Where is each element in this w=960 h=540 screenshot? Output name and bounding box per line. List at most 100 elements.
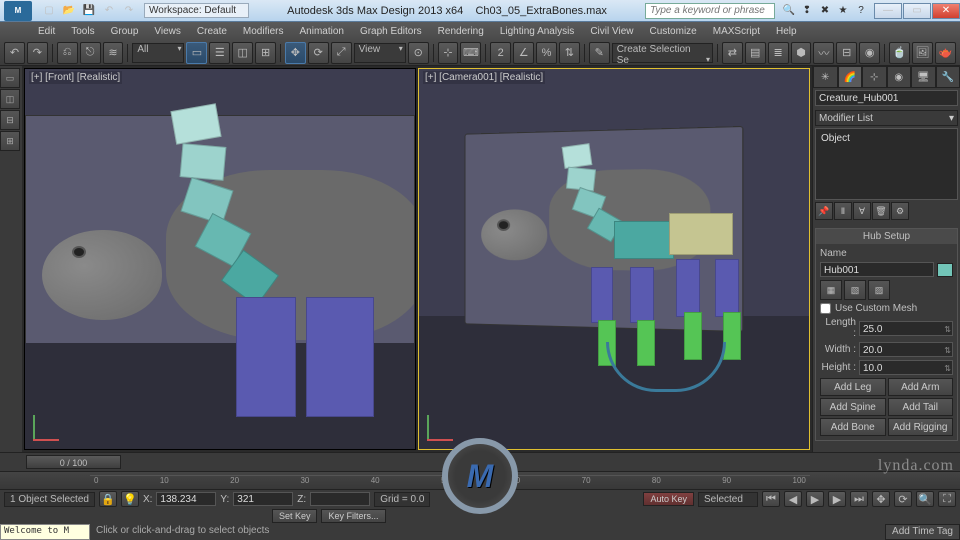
select-scale-icon[interactable]: ⤢ xyxy=(331,42,352,64)
menu-edit[interactable]: Edit xyxy=(30,24,63,39)
selection-filter[interactable]: All xyxy=(132,43,184,63)
tab-modify-icon[interactable]: 🌈 xyxy=(838,66,863,88)
keyfilters-button[interactable]: Key Filters... xyxy=(321,509,385,523)
coord-y[interactable]: 321 xyxy=(233,492,293,506)
nav-pan-icon[interactable]: ✥ xyxy=(872,491,890,507)
goto-end-icon[interactable]: ⏭ xyxy=(850,491,868,507)
viewport-camera-label[interactable]: [+] [Camera001] [Realistic] xyxy=(423,71,545,84)
menu-civilview[interactable]: Civil View xyxy=(582,24,641,39)
app-icon[interactable]: M xyxy=(4,1,32,21)
height-spinner[interactable]: 10.0 xyxy=(859,360,953,375)
make-unique-icon[interactable]: ∀ xyxy=(853,202,871,220)
layout-4-icon[interactable]: ⊞ xyxy=(0,131,20,151)
add-tail-button[interactable]: Add Tail xyxy=(888,398,954,416)
schematic-view-icon[interactable]: ⊟ xyxy=(836,42,857,64)
viewport-camera[interactable]: [+] [Camera001] [Realistic] xyxy=(418,68,810,450)
menu-lighting[interactable]: Lighting Analysis xyxy=(492,24,583,39)
menu-maxscript[interactable]: MAXScript xyxy=(705,24,768,39)
menu-create[interactable]: Create xyxy=(189,24,235,39)
qat-new-icon[interactable]: ▢ xyxy=(40,3,58,19)
isolate-icon[interactable]: 💡 xyxy=(121,491,139,507)
layout-3-icon[interactable]: ⊟ xyxy=(0,110,20,130)
help-icon[interactable]: ? xyxy=(853,4,869,18)
viewport-front[interactable]: [+] [Front] [Realistic] Possible Bone Pl… xyxy=(24,68,416,450)
signin-icon[interactable]: ❢ xyxy=(799,4,815,18)
hub-shape2-icon[interactable]: ▧ xyxy=(844,280,866,300)
tab-display-icon[interactable]: 🖥 xyxy=(911,66,936,88)
menu-group[interactable]: Group xyxy=(103,24,147,39)
named-selset-edit-icon[interactable]: ✎ xyxy=(589,42,610,64)
select-region-icon[interactable]: ◫ xyxy=(232,42,253,64)
setkey-button[interactable]: Set Key xyxy=(272,509,318,523)
select-name-icon[interactable]: ☰ xyxy=(209,42,230,64)
remove-mod-icon[interactable]: 🗑 xyxy=(872,202,890,220)
nav-orbit-icon[interactable]: ⟳ xyxy=(894,491,912,507)
add-time-tag-button[interactable]: Add Time Tag xyxy=(885,524,960,540)
qat-open-icon[interactable]: 📂 xyxy=(60,3,78,19)
window-crossing-icon[interactable]: ⊞ xyxy=(255,42,276,64)
select-rotate-icon[interactable]: ⟳ xyxy=(308,42,329,64)
add-spine-button[interactable]: Add Spine xyxy=(820,398,886,416)
search-input[interactable] xyxy=(645,3,775,19)
tab-utilities-icon[interactable]: 🔧 xyxy=(936,66,960,88)
play-icon[interactable]: ▶ xyxy=(806,491,824,507)
selection-lock-icon[interactable]: 🔒 xyxy=(99,491,117,507)
keyboard-shortcut-icon[interactable]: ⌨ xyxy=(460,42,481,64)
minimize-button[interactable]: — xyxy=(874,3,902,19)
tab-hierarchy-icon[interactable]: ⊹ xyxy=(862,66,887,88)
snap-percent-icon[interactable]: % xyxy=(536,42,557,64)
configure-sets-icon[interactable]: ⚙ xyxy=(891,202,909,220)
select-move-icon[interactable]: ✥ xyxy=(285,42,306,64)
menu-help[interactable]: Help xyxy=(768,24,805,39)
curve-editor-icon[interactable]: 〰 xyxy=(813,42,834,64)
mirror-icon[interactable]: ⇄ xyxy=(722,42,743,64)
modifier-stack[interactable]: Object xyxy=(815,128,958,200)
use-custom-mesh-checkbox[interactable] xyxy=(820,303,831,314)
length-spinner[interactable]: 25.0 xyxy=(859,321,953,336)
snap-2d-icon[interactable]: 2 xyxy=(490,42,511,64)
favorites-icon[interactable]: ★ xyxy=(835,4,851,18)
layout-1-icon[interactable]: ▭ xyxy=(0,68,20,88)
add-leg-button[interactable]: Add Leg xyxy=(820,378,886,396)
pivot-center-icon[interactable]: ⊙ xyxy=(408,42,429,64)
render-frame-icon[interactable]: 🖼 xyxy=(912,42,933,64)
coord-z[interactable] xyxy=(310,492,370,506)
menu-customize[interactable]: Customize xyxy=(641,24,704,39)
layout-2-icon[interactable]: ◫ xyxy=(0,89,20,109)
nav-zoom-icon[interactable]: 🔍 xyxy=(916,491,934,507)
render-icon[interactable]: 🫖 xyxy=(935,42,956,64)
rollout-header[interactable]: Hub Setup xyxy=(816,229,957,244)
qat-undo-icon[interactable]: ↶ xyxy=(100,3,118,19)
exchange-icon[interactable]: ✖ xyxy=(817,4,833,18)
spinner-snap-icon[interactable]: ⇅ xyxy=(559,42,580,64)
align-icon[interactable]: ▤ xyxy=(745,42,766,64)
material-editor-icon[interactable]: ◉ xyxy=(859,42,880,64)
undo-icon[interactable]: ↶ xyxy=(4,42,25,64)
tab-motion-icon[interactable]: ◉ xyxy=(887,66,912,88)
infocenter-icon[interactable]: 🔍 xyxy=(781,4,797,18)
workspace-selector[interactable]: Workspace: Default xyxy=(144,3,249,18)
track-bar[interactable]: 0 10 20 30 40 50 60 70 80 90 100 M lynda… xyxy=(0,471,960,490)
add-bone-button[interactable]: Add Bone xyxy=(820,418,886,436)
object-name-field[interactable]: Creature_Hub001 xyxy=(815,90,958,106)
hub-shape1-icon[interactable]: ▦ xyxy=(820,280,842,300)
time-slider[interactable]: 0 / 100 xyxy=(26,455,121,469)
maxscript-listener[interactable]: Welcome to M xyxy=(0,524,90,540)
goto-start-icon[interactable]: ⏮ xyxy=(762,491,780,507)
unlink-icon[interactable]: ⎋ xyxy=(80,42,101,64)
menu-rendering[interactable]: Rendering xyxy=(430,24,492,39)
nav-max-icon[interactable]: ⛶ xyxy=(938,491,956,507)
next-frame-icon[interactable]: ▶ xyxy=(828,491,846,507)
named-selection-set[interactable]: Create Selection Se xyxy=(612,43,713,63)
hub-shape3-icon[interactable]: ▨ xyxy=(868,280,890,300)
width-spinner[interactable]: 20.0 xyxy=(859,342,953,357)
maximize-button[interactable]: ▭ xyxy=(903,3,931,19)
tab-create-icon[interactable]: ✳ xyxy=(813,66,838,88)
menu-views[interactable]: Views xyxy=(146,24,189,39)
redo-icon[interactable]: ↷ xyxy=(27,42,48,64)
stack-item-object[interactable]: Object xyxy=(819,132,954,145)
bind-spacewarp-icon[interactable]: ≋ xyxy=(103,42,124,64)
graphite-icon[interactable]: ⬢ xyxy=(791,42,812,64)
ref-coord-system[interactable]: View xyxy=(354,43,406,63)
close-button[interactable]: ✕ xyxy=(932,3,960,19)
